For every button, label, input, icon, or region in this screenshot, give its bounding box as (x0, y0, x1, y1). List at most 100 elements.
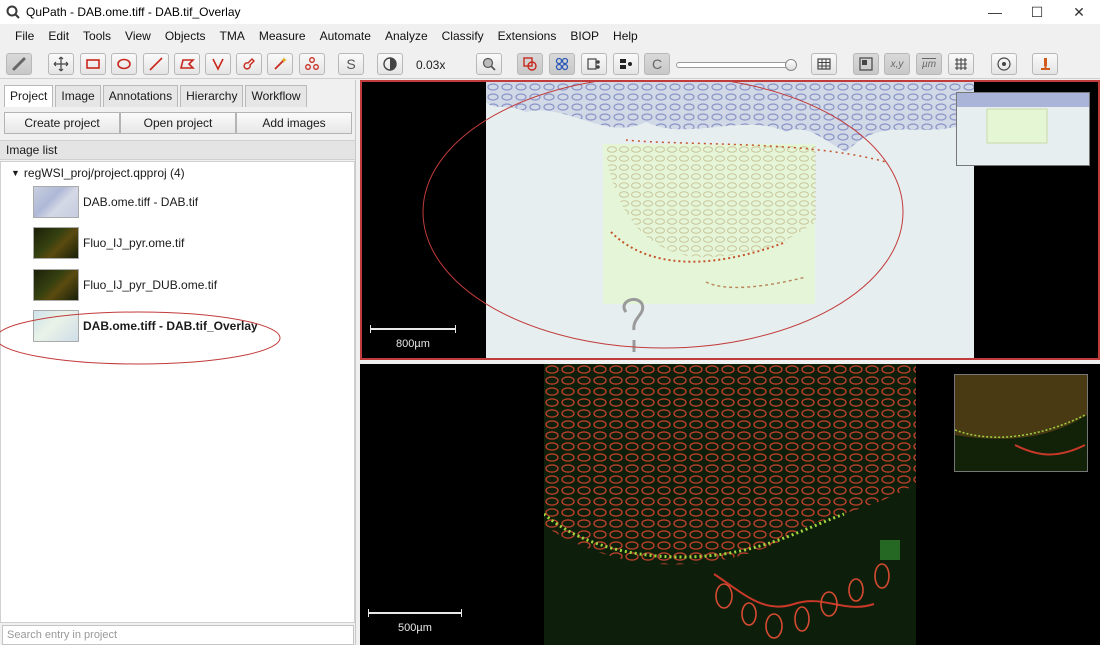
selection-mode-button[interactable]: S (338, 53, 364, 75)
line-tool-button[interactable] (143, 53, 169, 75)
menu-objects[interactable]: Objects (158, 26, 213, 46)
log-button[interactable] (1032, 53, 1058, 75)
toolbar: S 0.03x C x,y µm (0, 49, 1100, 79)
show-scalebar-button[interactable]: µm (916, 53, 942, 75)
image-name: DAB.ome.tiff - DAB.tif (83, 195, 199, 209)
add-images-button[interactable]: Add images (236, 112, 352, 134)
opacity-slider-knob[interactable] (785, 59, 797, 71)
show-location-button[interactable]: x,y (884, 53, 910, 75)
menu-bar: File Edit Tools View Objects TMA Measure… (0, 26, 1100, 46)
show-pixel-grid-button[interactable] (948, 53, 974, 75)
title-bar: QuPath - DAB.ome.tiff - DAB.tif_Overlay … (0, 0, 1100, 24)
image-thumbnail (33, 227, 79, 259)
window-title: QuPath - DAB.ome.tiff - DAB.tif_Overlay (26, 5, 241, 19)
tab-image[interactable]: Image (55, 85, 101, 107)
qupath-logo-icon (6, 5, 20, 19)
rectangle-tool-button[interactable] (80, 53, 106, 75)
image-thumbnail (33, 269, 79, 301)
show-detections-button[interactable] (581, 53, 607, 75)
overview-image (957, 93, 1089, 144)
overview-thumbnail[interactable] (956, 92, 1090, 166)
polyline-tool-button[interactable] (205, 53, 231, 75)
polygon-tool-button[interactable] (174, 53, 200, 75)
image-thumbnail (33, 186, 79, 218)
menu-view[interactable]: View (118, 26, 158, 46)
create-project-button[interactable]: Create project (4, 112, 120, 134)
points-tool-button[interactable] (299, 53, 325, 75)
menu-file[interactable]: File (8, 26, 41, 46)
move-icon (53, 56, 69, 72)
table-icon (817, 58, 831, 70)
project-root-label: regWSI_proj/project.qpproj (4) (23, 166, 185, 180)
grid-icon (955, 58, 967, 70)
microscope-icon (1041, 58, 1050, 70)
search-input[interactable]: Search entry in project (2, 625, 354, 645)
panel-tabs: Project Image Annotations Hierarchy Work… (4, 85, 309, 107)
list-item[interactable]: DAB.ome.tiff - DAB.tif (33, 186, 198, 218)
tab-workflow[interactable]: Workflow (245, 85, 307, 107)
fill-detections-button[interactable] (613, 53, 639, 75)
show-annotations-button[interactable] (517, 53, 543, 75)
image-name: Fluo_IJ_pyr.ome.tif (83, 236, 185, 250)
overview-icon (859, 57, 873, 71)
fill-detections-icon (620, 59, 632, 69)
menu-classify[interactable]: Classify (435, 26, 491, 46)
show-overview-button[interactable] (853, 53, 879, 75)
line-icon (149, 57, 163, 71)
viewer-top[interactable]: 800µm (360, 80, 1100, 360)
annotation-ellipse (422, 82, 904, 349)
menu-edit[interactable]: Edit (41, 26, 76, 46)
list-item[interactable]: Fluo_IJ_pyr_DUB.ome.tif (33, 269, 217, 301)
show-grid-button[interactable] (811, 53, 837, 75)
menu-tma[interactable]: TMA (213, 26, 252, 46)
selection-mode-label: S (346, 56, 356, 72)
tab-project[interactable]: Project (4, 85, 54, 107)
zoom-fit-icon (482, 57, 496, 71)
cells-label: C (651, 56, 663, 72)
opacity-slider[interactable] (676, 59, 797, 71)
menu-measure[interactable]: Measure (252, 26, 313, 46)
menu-tools[interactable]: Tools (76, 26, 118, 46)
fluorescence-image (543, 364, 916, 645)
expand-arrow-icon[interactable]: ▼ (11, 168, 20, 178)
wand-tool-button[interactable] (267, 53, 293, 75)
points-icon (305, 57, 319, 70)
close-button[interactable]: ✕ (1058, 0, 1100, 24)
fluo-slide-image (543, 364, 916, 645)
brush-tool-button[interactable] (236, 53, 262, 75)
menu-extensions[interactable]: Extensions (491, 26, 564, 46)
highlight-ellipse (0, 311, 281, 365)
maximize-icon: ☐ (1030, 3, 1044, 20)
project-buttons: Create project Open project Add images (4, 112, 352, 134)
menu-biop[interactable]: BIOP (563, 26, 606, 46)
menu-help[interactable]: Help (606, 26, 645, 46)
show-cells-button[interactable]: C (644, 53, 670, 75)
ellipse-tool-button[interactable] (111, 53, 137, 75)
minimize-button[interactable]: — (974, 0, 1016, 24)
move-tool-button[interactable] (48, 53, 74, 75)
overview-image (954, 375, 1087, 456)
wand-icon (274, 57, 287, 70)
zoom-to-fit-button[interactable] (476, 53, 502, 75)
overview-thumbnail[interactable] (954, 374, 1088, 472)
scalebar-label: µm (921, 58, 937, 70)
scale-bar (370, 325, 456, 333)
maximize-button[interactable]: ☐ (1016, 0, 1058, 24)
open-project-button[interactable]: Open project (120, 112, 236, 134)
location-label: x,y (890, 58, 904, 70)
project-root[interactable]: ▼ regWSI_proj/project.qpproj (4) (11, 166, 185, 180)
preferences-button[interactable] (991, 53, 1017, 75)
show-tma-grid-button[interactable] (549, 53, 575, 75)
list-item[interactable]: Fluo_IJ_pyr.ome.tif (33, 227, 184, 259)
brightness-contrast-button[interactable] (377, 53, 403, 75)
tab-hierarchy[interactable]: Hierarchy (180, 85, 244, 107)
viewer-bottom[interactable]: 500µm (360, 364, 1100, 645)
brush-icon (243, 58, 255, 70)
tab-annotations[interactable]: Annotations (102, 85, 179, 107)
ellipse-icon (117, 58, 131, 70)
scale-bar-label: 800µm (396, 338, 430, 350)
close-icon: ✕ (1073, 3, 1085, 20)
menu-automate[interactable]: Automate (313, 26, 378, 46)
menu-analyze[interactable]: Analyze (378, 26, 435, 46)
pan-tool-button[interactable] (6, 53, 32, 75)
